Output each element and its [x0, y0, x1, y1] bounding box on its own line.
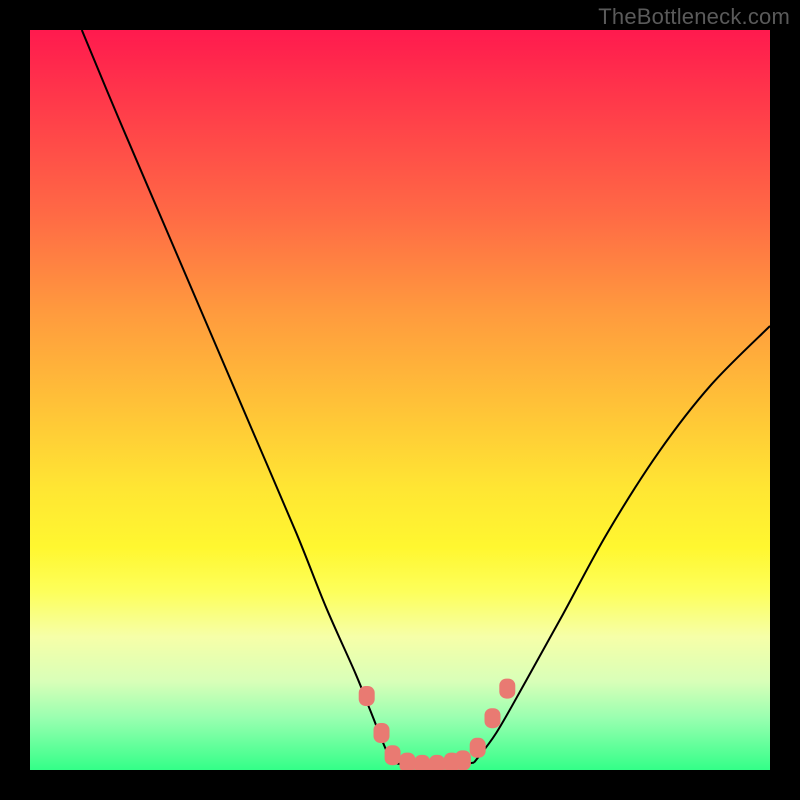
credit-text: TheBottleneck.com [598, 4, 790, 30]
data-marker [499, 679, 515, 699]
curve-svg [30, 30, 770, 770]
marker-group [359, 679, 516, 770]
data-marker [414, 755, 430, 770]
data-marker [359, 686, 375, 706]
data-marker [470, 738, 486, 758]
chart-frame: TheBottleneck.com [0, 0, 800, 800]
data-marker [399, 753, 415, 770]
data-marker [485, 708, 501, 728]
curve-right [474, 326, 770, 763]
data-marker [385, 745, 401, 765]
plot-area [30, 30, 770, 770]
data-marker [455, 750, 471, 770]
data-marker [429, 755, 445, 770]
curve-left [82, 30, 393, 763]
data-marker [374, 723, 390, 743]
